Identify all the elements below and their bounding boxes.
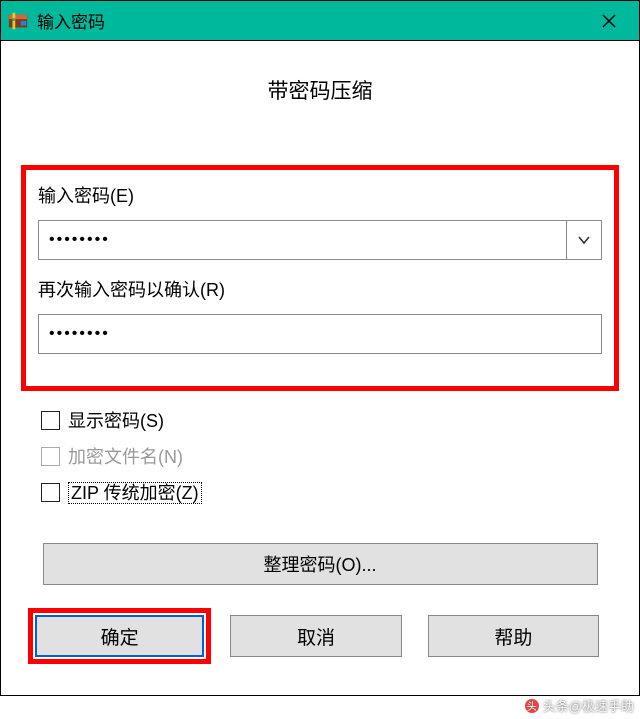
confirm-password-input[interactable] (38, 314, 602, 354)
password-dropdown-button[interactable] (566, 220, 602, 260)
dialog-body: 带密码压缩 输入密码(E) 再次输入密码以确认(R) 显示密码(S) (1, 41, 639, 695)
chevron-down-icon (577, 233, 591, 247)
page-title: 带密码压缩 (21, 75, 619, 105)
help-button[interactable]: 帮助 (428, 615, 599, 657)
watermark-icon: 头 (525, 699, 539, 713)
dialog-window: 输入密码 带密码压缩 输入密码(E) 再次输入密码以确认(R) (0, 0, 640, 696)
titlebar-left: 输入密码 (7, 8, 105, 33)
zip-legacy-row: ZIP 传统加密(Z) (41, 479, 599, 505)
password-input[interactable] (38, 220, 566, 260)
zip-legacy-label: ZIP 传统加密(Z) (68, 479, 202, 505)
show-password-row: 显示密码(S) (41, 407, 599, 433)
close-button[interactable] (579, 1, 639, 41)
password-section-highlight: 输入密码(E) 再次输入密码以确认(R) (21, 165, 619, 391)
dialog-buttons: 确定 取消 帮助 (21, 585, 619, 675)
password-combo (38, 220, 602, 260)
confirm-password-label: 再次输入密码以确认(R) (38, 276, 602, 302)
organize-passwords-button[interactable]: 整理密码(O)... (43, 543, 598, 585)
password-label: 输入密码(E) (38, 182, 602, 208)
encrypt-names-checkbox (41, 447, 60, 466)
titlebar: 输入密码 (1, 1, 639, 41)
close-icon (602, 14, 616, 28)
ok-button[interactable]: 确定 (35, 615, 204, 657)
watermark: 头 头条@极速手助 (525, 696, 634, 715)
window-title: 输入密码 (37, 8, 105, 33)
ok-button-highlight: 确定 (28, 608, 211, 664)
confirm-password-wrap (38, 314, 602, 354)
cancel-button[interactable]: 取消 (230, 615, 401, 657)
watermark-text: 头条@极速手助 (543, 696, 634, 715)
show-password-label: 显示密码(S) (68, 407, 164, 433)
winrar-icon (7, 10, 29, 32)
encrypt-names-label: 加密文件名(N) (68, 443, 183, 469)
encrypt-names-row: 加密文件名(N) (41, 443, 599, 469)
zip-legacy-checkbox[interactable] (41, 483, 60, 502)
options-group: 显示密码(S) 加密文件名(N) ZIP 传统加密(Z) (21, 401, 619, 537)
show-password-checkbox[interactable] (41, 411, 60, 430)
